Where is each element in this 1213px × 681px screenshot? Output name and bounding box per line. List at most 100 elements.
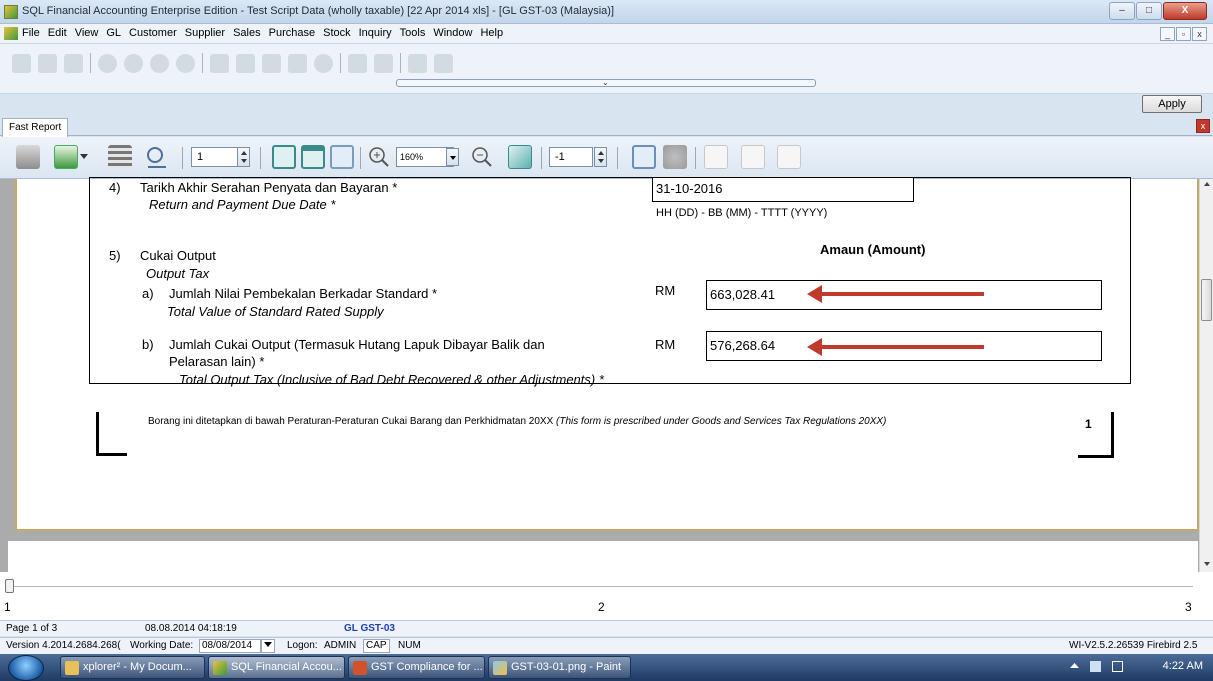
- new-icon[interactable]: [210, 53, 229, 73]
- page-slider-track[interactable]: [10, 586, 1193, 587]
- menu-view[interactable]: View: [75, 27, 99, 39]
- toolbar-separator: [340, 53, 341, 73]
- refresh-icon[interactable]: [374, 53, 393, 73]
- app-icon: [4, 5, 18, 19]
- paste-icon[interactable]: [64, 53, 83, 73]
- menu-window[interactable]: Window: [433, 27, 472, 39]
- page-number-input[interactable]: 1: [191, 147, 242, 167]
- export-icon[interactable]: [54, 145, 78, 169]
- taskbar: xplorer² - My Docum... SQL Financial Acc…: [0, 654, 1213, 681]
- report-toolbar: 1 160% -1: [0, 137, 1213, 179]
- mdi-close-button[interactable]: x: [1192, 27, 1207, 41]
- cut-icon[interactable]: [12, 53, 31, 73]
- menu-sales[interactable]: Sales: [233, 27, 261, 39]
- scroll-down-icon[interactable]: [1204, 562, 1210, 566]
- working-date-dropdown-icon[interactable]: [261, 639, 275, 653]
- minimize-button[interactable]: –: [1109, 2, 1135, 20]
- num-lock-indicator: NUM: [398, 640, 421, 651]
- taskbar-item-paint[interactable]: GST-03-01.png - Paint: [488, 656, 631, 679]
- page-slider-thumb[interactable]: [5, 579, 14, 593]
- copy-icon[interactable]: [38, 53, 57, 73]
- goto-page-spinner[interactable]: [594, 147, 607, 167]
- taskbar-item-sql-financial[interactable]: SQL Financial Accou...: [208, 656, 345, 679]
- edit-disabled-icon[interactable]: [777, 145, 801, 169]
- powerpoint-icon: [353, 661, 367, 675]
- menu-tools[interactable]: Tools: [400, 27, 426, 39]
- corner-mark: [1078, 455, 1114, 458]
- first-record-icon[interactable]: [98, 53, 117, 73]
- due-date-field[interactable]: 31-10-2016: [652, 177, 914, 202]
- zoom-dropdown-button[interactable]: [446, 148, 459, 166]
- toolbar-scroller[interactable]: ⌄: [396, 79, 816, 87]
- preview-icon[interactable]: [434, 53, 453, 73]
- zoom-out-icon[interactable]: [470, 145, 494, 169]
- report-viewer: 4) Tarikh Akhir Serahan Penyata dan Baya…: [0, 177, 1213, 572]
- menu-edit[interactable]: Edit: [48, 27, 67, 39]
- menu-purchase[interactable]: Purchase: [269, 27, 315, 39]
- previous-record-icon[interactable]: [124, 53, 143, 73]
- mdi-minimize-button[interactable]: _: [1160, 27, 1175, 41]
- scroll-up-icon[interactable]: [1204, 182, 1210, 186]
- scroll-thumb[interactable]: [1201, 279, 1212, 321]
- show-hidden-icons-icon[interactable]: [1069, 661, 1080, 672]
- chevron-down-icon[interactable]: [80, 151, 88, 159]
- close-tab-button[interactable]: x: [1196, 119, 1210, 133]
- annotation-arrow-icon: [807, 285, 984, 303]
- mdi-restore-button[interactable]: ▫: [1176, 27, 1191, 41]
- page-spinner[interactable]: [237, 147, 250, 167]
- delete-page-icon[interactable]: [741, 145, 765, 169]
- whole-page-icon[interactable]: [330, 145, 354, 169]
- network-icon[interactable]: [1112, 661, 1123, 672]
- page-width-icon[interactable]: [301, 145, 325, 169]
- report-page: 4) Tarikh Akhir Serahan Penyata dan Baya…: [15, 177, 1199, 531]
- cancel-icon[interactable]: [314, 53, 333, 73]
- mdi-child-icon[interactable]: [4, 27, 18, 40]
- menu-file[interactable]: File: [22, 27, 40, 39]
- toolbar-separator: [541, 147, 542, 169]
- new-page-icon[interactable]: [704, 145, 728, 169]
- form-footer-note: Borang ini ditetapkan di bawah Peraturan…: [148, 416, 887, 427]
- logon-label: Logon:: [287, 640, 318, 651]
- taskbar-item-explorer[interactable]: xplorer² - My Docum...: [60, 656, 205, 679]
- page-slider-mid: 2: [598, 600, 605, 614]
- next-record-icon[interactable]: [150, 53, 169, 73]
- toolbar-separator: [202, 53, 203, 73]
- menu-customer[interactable]: Customer: [129, 27, 177, 39]
- menu-help[interactable]: Help: [480, 27, 503, 39]
- menu-inquiry[interactable]: Inquiry: [359, 27, 392, 39]
- edit-page-icon[interactable]: [632, 145, 656, 169]
- search-icon[interactable]: [348, 53, 367, 73]
- single-page-icon[interactable]: [272, 145, 296, 169]
- chevron-down-icon[interactable]: ⌄: [602, 79, 609, 87]
- close-button[interactable]: X: [1163, 2, 1207, 20]
- zoom-in-icon[interactable]: [367, 145, 391, 169]
- menu-supplier[interactable]: Supplier: [185, 27, 225, 39]
- delete-icon[interactable]: [262, 53, 281, 73]
- system-clock[interactable]: 4:22 AM: [1163, 660, 1203, 672]
- toolbar-separator: [182, 147, 183, 169]
- goto-page-input[interactable]: -1: [549, 147, 593, 167]
- last-record-icon[interactable]: [176, 53, 195, 73]
- apply-button[interactable]: Apply: [1142, 95, 1202, 113]
- tab-fast-report[interactable]: Fast Report: [2, 118, 69, 137]
- edit-icon[interactable]: [236, 53, 255, 73]
- logon-user: ADMIN: [324, 640, 357, 651]
- find-icon[interactable]: [144, 145, 168, 169]
- taskbar-item-powerpoint[interactable]: GST Compliance for ...: [348, 656, 485, 679]
- menu-stock[interactable]: Stock: [323, 27, 351, 39]
- print-icon[interactable]: [408, 53, 427, 73]
- print-icon[interactable]: [16, 145, 40, 169]
- outline-icon[interactable]: [108, 145, 132, 169]
- footprints-icon[interactable]: [663, 145, 687, 169]
- vertical-scrollbar[interactable]: [1199, 179, 1213, 572]
- maximize-button[interactable]: □: [1136, 2, 1162, 20]
- item-5b-currency: RM: [655, 337, 676, 352]
- start-button[interactable]: [8, 655, 44, 681]
- working-date-field[interactable]: 08/08/2014: [199, 639, 261, 653]
- action-center-flag-icon[interactable]: [1090, 661, 1101, 672]
- item-5-number: 5): [109, 248, 121, 263]
- save-icon[interactable]: [288, 53, 307, 73]
- fullscreen-icon[interactable]: [508, 145, 532, 169]
- menu-gl[interactable]: GL: [106, 27, 121, 39]
- item-4-label-bm: Tarikh Akhir Serahan Penyata dan Bayaran…: [140, 180, 398, 195]
